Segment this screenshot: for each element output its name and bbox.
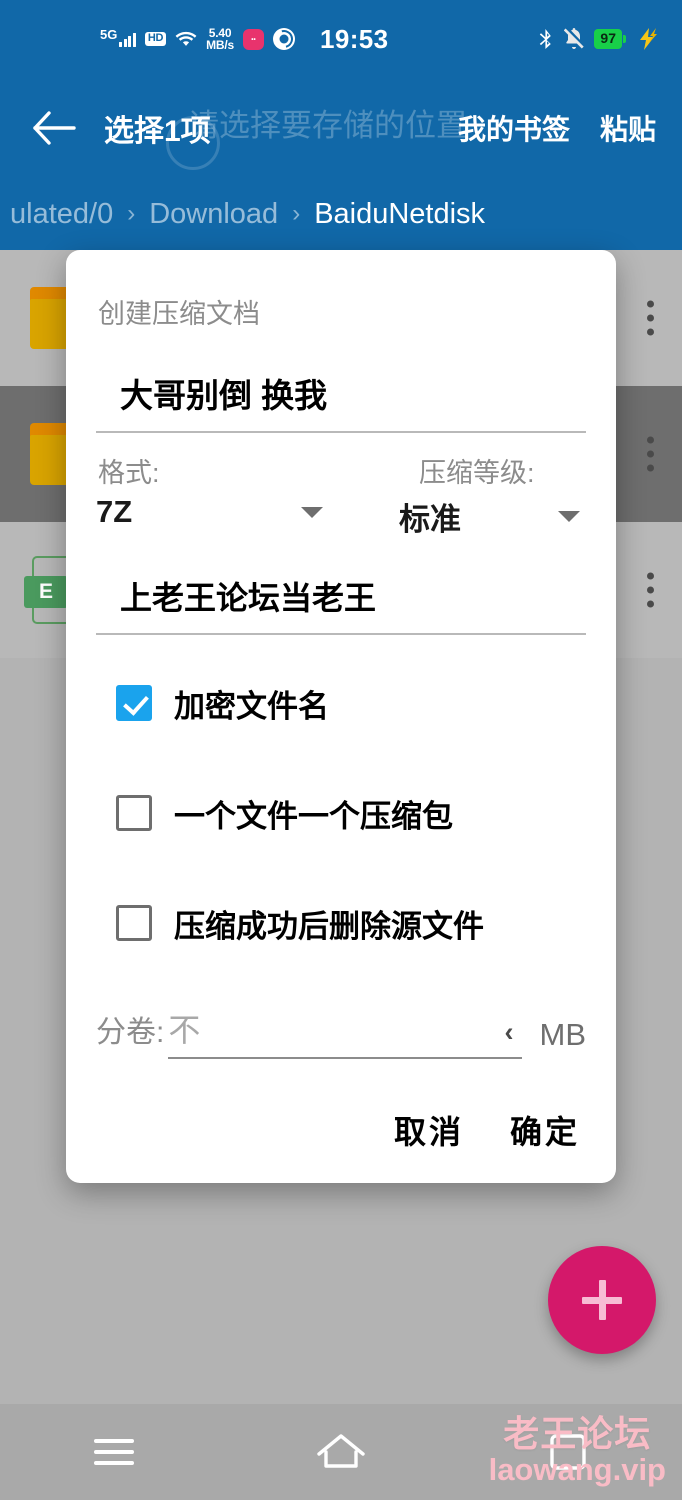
format-value: 7Z [96, 494, 133, 529]
options-checkbox-group: 加密文件名 一个文件一个压缩包 压缩成功后删除源文件 [96, 635, 586, 961]
format-dropdown[interactable]: 7Z [96, 494, 329, 530]
chevron-left-icon[interactable]: ‹ [505, 1019, 522, 1046]
split-volume-row: 分卷: 不 ‹ MB [96, 961, 586, 1059]
dialog-actions: 取消 确定 [66, 1059, 616, 1165]
cancel-button[interactable]: 取消 [394, 1107, 464, 1153]
compression-level-label: 压缩等级: [419, 458, 535, 488]
split-volume-unit: MB [539, 1017, 587, 1052]
compression-level-dropdown[interactable]: 标准 [353, 494, 586, 539]
split-volume-input[interactable]: 不 ‹ [168, 1005, 522, 1059]
password-input[interactable]: 上老王论坛当老王 [96, 539, 586, 635]
checkbox-unchecked-icon[interactable] [116, 905, 152, 941]
format-and-level-row: 格式: 7Z 压缩等级: 标准 [96, 433, 586, 539]
split-volume-placeholder: 不 [168, 1012, 201, 1048]
format-label: 格式: [98, 458, 160, 488]
delete-source-after-label: 压缩成功后删除源文件 [174, 908, 484, 944]
split-volume-label: 分卷: [96, 1016, 165, 1049]
dialog-body: 大哥别倒 换我 格式: 7Z 压缩等级: 标准 上老王论坛当老王 加密文件名 一… [66, 331, 616, 1059]
one-archive-per-file-label: 一个文件一个压缩包 [174, 798, 453, 834]
encrypt-filenames-checkbox[interactable]: 加密文件名 [116, 665, 586, 741]
create-archive-dialog: 创建压缩文档 大哥别倒 换我 格式: 7Z 压缩等级: 标准 上老王论坛当老王 … [66, 250, 616, 1183]
checkbox-checked-icon[interactable] [116, 685, 152, 721]
phone-screen: 5G HD 5.40 MB/s •• 19:53 97 请选择要存储的位置 选择… [0, 0, 682, 1500]
format-selector[interactable]: 格式: 7Z [96, 451, 329, 539]
delete-source-after-checkbox[interactable]: 压缩成功后删除源文件 [116, 885, 586, 961]
compression-level-selector[interactable]: 压缩等级: 标准 [329, 451, 586, 539]
one-archive-per-file-checkbox[interactable]: 一个文件一个压缩包 [116, 775, 586, 851]
confirm-button[interactable]: 确定 [510, 1107, 580, 1153]
encrypt-filenames-label: 加密文件名 [174, 688, 329, 724]
archive-name-input[interactable]: 大哥别倒 换我 [96, 331, 586, 433]
chevron-down-icon [301, 506, 323, 518]
checkbox-unchecked-icon[interactable] [116, 795, 152, 831]
dialog-title: 创建压缩文档 [98, 299, 260, 329]
compression-level-value: 标准 [399, 502, 461, 537]
chevron-down-icon [558, 511, 580, 522]
